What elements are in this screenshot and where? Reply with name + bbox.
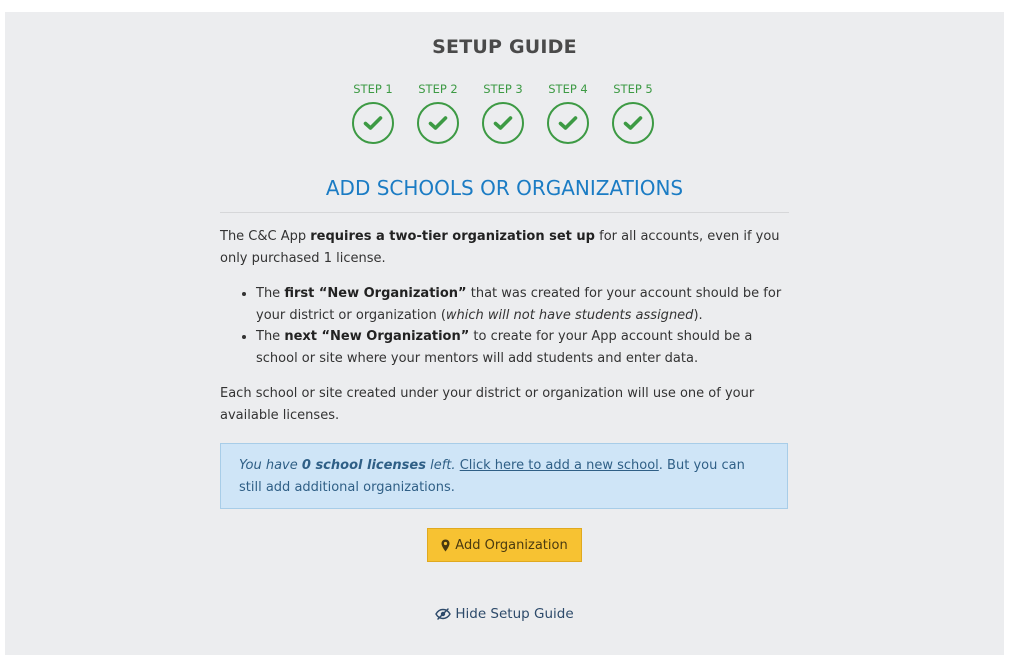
bullet-text: ). — [693, 307, 703, 323]
step-complete-circle — [612, 102, 654, 144]
add-school-link[interactable]: Click here to add a new school — [460, 458, 659, 473]
intro-text: The C&C App — [220, 229, 311, 244]
bullet-bold: “New Organization” — [316, 329, 470, 344]
intro-bold-text: requires a two-tier organization set up — [310, 229, 595, 244]
hide-setup-guide-label: Hide Setup Guide — [455, 606, 574, 622]
bullet-text: The — [256, 329, 285, 344]
step-progress: STEP 1 STEP 2 STEP 3 STEP 4 STEP 5 — [350, 82, 656, 144]
outro-paragraph: Each school or site created under your d… — [220, 386, 755, 423]
bullet-bold: next — [284, 329, 317, 344]
step-label: STEP 3 — [483, 82, 523, 96]
eye-slash-icon — [435, 608, 452, 620]
step-4: STEP 4 — [545, 82, 591, 144]
step-label: STEP 2 — [418, 82, 458, 96]
check-icon — [623, 116, 643, 130]
step-complete-circle — [482, 102, 524, 144]
section-content: The C&C App requires a two-tier organiza… — [220, 226, 795, 426]
step-1: STEP 1 — [350, 82, 396, 144]
check-icon — [428, 116, 448, 130]
step-complete-circle — [547, 102, 589, 144]
step-complete-circle — [417, 102, 459, 144]
setup-guide-title: SETUP GUIDE — [432, 36, 577, 58]
list-item: The next “New Organization” to create fo… — [256, 326, 795, 369]
setup-guide-panel: SETUP GUIDE STEP 1 STEP 2 STEP 3 STEP 4 — [5, 12, 1004, 655]
divider — [220, 212, 789, 213]
step-5: STEP 5 — [610, 82, 656, 144]
license-count: 0 school licenses — [301, 458, 426, 473]
license-notice: You have 0 school licenses left. Click h… — [220, 443, 788, 509]
check-icon — [558, 116, 578, 130]
add-organization-label: Add Organization — [455, 537, 568, 553]
bullet-text: The — [256, 286, 285, 301]
hide-setup-guide-link[interactable]: Hide Setup Guide — [5, 606, 1004, 622]
notice-text: You have — [239, 458, 302, 473]
step-3: STEP 3 — [480, 82, 526, 144]
step-complete-circle — [352, 102, 394, 144]
map-marker-icon — [441, 539, 450, 551]
check-icon — [493, 116, 513, 130]
step-label: STEP 5 — [613, 82, 653, 96]
bullet-bold: first — [284, 286, 315, 301]
step-2: STEP 2 — [415, 82, 461, 144]
intro-paragraph: The C&C App requires a two-tier organiza… — [220, 226, 795, 269]
check-icon — [363, 116, 383, 130]
step-label: STEP 1 — [353, 82, 393, 96]
step-label: STEP 4 — [548, 82, 588, 96]
instruction-list: The first “New Organization” that was cr… — [220, 283, 795, 369]
bullet-bold: “New Organization” — [314, 286, 467, 301]
list-item: The first “New Organization” that was cr… — [256, 283, 795, 326]
notice-text: left. — [425, 458, 456, 473]
bullet-italic: which will not have students assigned — [445, 307, 694, 323]
section-title: ADD SCHOOLS OR ORGANIZATIONS — [325, 176, 684, 200]
add-organization-button[interactable]: Add Organization — [427, 528, 582, 562]
